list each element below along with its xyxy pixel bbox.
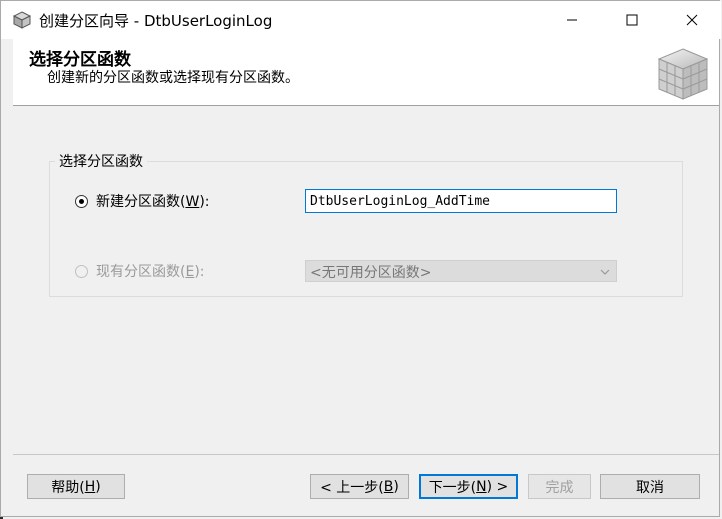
page-subtitle: 创建新的分区函数或选择现有分区函数。 <box>47 70 299 86</box>
new-function-label[interactable]: 新建分区函数(W): <box>96 191 210 211</box>
new-function-name-input[interactable] <box>305 189 617 213</box>
next-button[interactable]: 下一步(N) > <box>419 474 518 499</box>
wizard-header: 选择分区函数 创建新的分区函数或选择现有分区函数。 <box>13 39 719 106</box>
footer-separator <box>13 454 719 455</box>
close-icon <box>686 14 698 26</box>
back-button[interactable]: < 上一步(B) <box>310 474 409 499</box>
app-icon <box>12 11 32 29</box>
new-function-radio[interactable] <box>75 194 88 208</box>
finish-button[interactable]: 完成 <box>528 474 591 499</box>
cancel-button[interactable]: 取消 <box>600 474 700 499</box>
existing-function-select[interactable]: <无可用分区函数> <box>305 260 617 282</box>
existing-function-label[interactable]: 现有分区函数(E): <box>96 261 205 281</box>
group-legend: 选择分区函数 <box>55 151 147 171</box>
existing-function-select-value: <无可用分区函数> <box>310 265 432 281</box>
close-button[interactable] <box>663 1 721 39</box>
cube-grid-icon <box>655 45 711 105</box>
chevron-down-icon <box>600 265 610 281</box>
minimize-icon <box>567 19 577 21</box>
existing-function-radio[interactable] <box>75 264 88 278</box>
maximize-button[interactable] <box>603 1 661 39</box>
new-function-option[interactable]: 新建分区函数(W): <box>75 191 210 211</box>
title-bar[interactable]: 创建分区向导 - DtbUserLoginLog <box>1 1 721 39</box>
existing-function-option[interactable]: 现有分区函数(E): <box>75 261 205 281</box>
window-title: 创建分区向导 - DtbUserLoginLog <box>39 12 273 30</box>
minimize-button[interactable] <box>543 1 601 39</box>
help-button[interactable]: 帮助(H) <box>27 474 125 499</box>
wizard-window: 创建分区向导 - DtbUserLoginLog 选择分区函数 创建新的分区函数… <box>0 0 721 517</box>
maximize-icon <box>626 14 638 26</box>
